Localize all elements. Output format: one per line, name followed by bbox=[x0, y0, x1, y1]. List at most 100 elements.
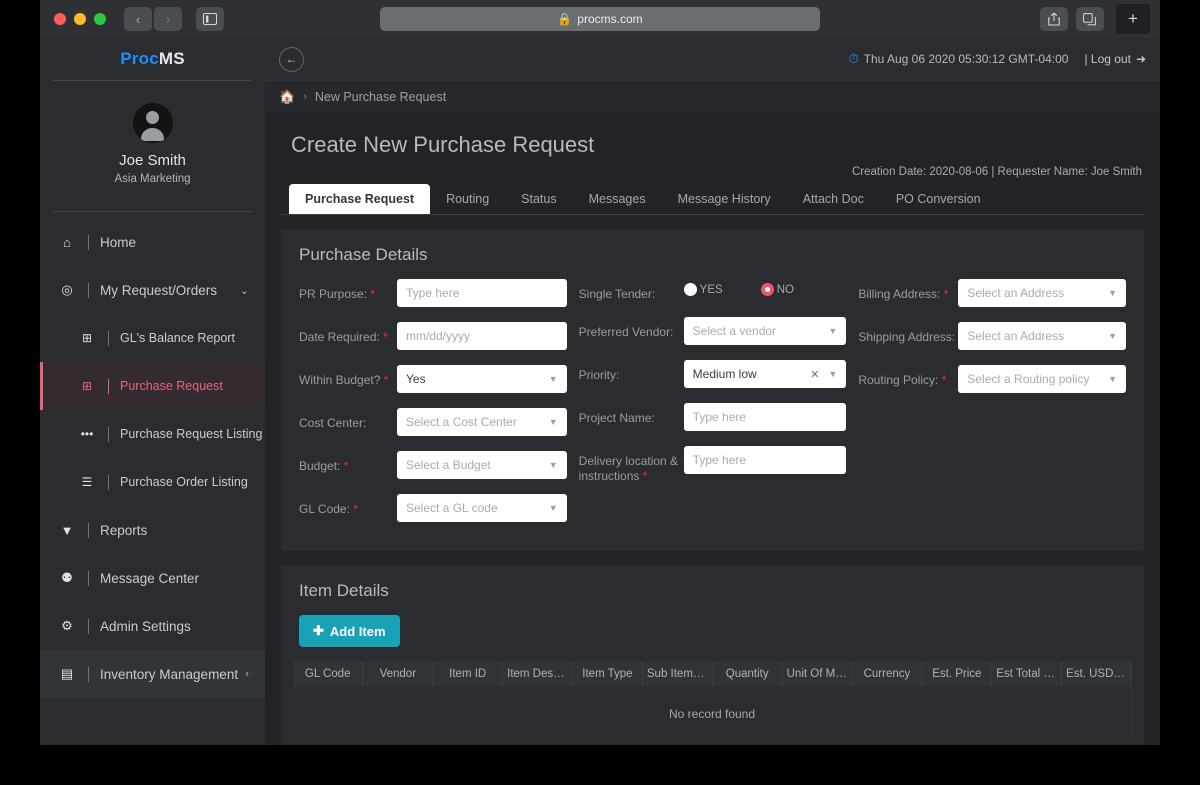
gl-code-label: GL Code: * bbox=[299, 502, 358, 516]
address-bar[interactable]: 🔒 procms.com bbox=[380, 7, 820, 31]
shipping-address-control: Select an Address ▼ bbox=[958, 322, 1127, 350]
sidebar-item-admin-settings[interactable]: ⚙ Admin Settings bbox=[40, 602, 265, 650]
sidebar-item-label: Reports bbox=[100, 522, 148, 538]
sidebar-item-purchase-request-listing[interactable]: ••• Purchase Request Listing bbox=[40, 410, 265, 458]
routing-policy-field[interactable]: Select a Routing policy ▼ bbox=[958, 365, 1127, 393]
billing-address-field[interactable]: Select an Address ▼ bbox=[958, 279, 1127, 307]
purchase-details-title: Purchase Details bbox=[299, 245, 428, 264]
within-budget-field[interactable]: Yes ▼ bbox=[397, 365, 567, 393]
tab-attach-doc[interactable]: Attach Doc bbox=[787, 184, 880, 214]
sidebar-item-purchase-order-listing[interactable]: ☰ Purchase Order Listing bbox=[40, 458, 265, 506]
divider bbox=[108, 426, 109, 442]
shipping-address-value: Select an Address bbox=[967, 329, 1065, 343]
sidebar-item-home[interactable]: ⌂ Home bbox=[40, 218, 265, 266]
chevron-down-icon[interactable]: ▼ bbox=[549, 460, 558, 470]
item-details-title: Item Details bbox=[299, 581, 389, 600]
chevron-down-icon[interactable]: ▼ bbox=[549, 374, 558, 384]
radio-yes[interactable]: YES bbox=[683, 283, 723, 296]
tab-purchase-request[interactable]: Purchase Request bbox=[289, 184, 431, 214]
priority-field[interactable]: Medium low ✕ ▼ bbox=[683, 360, 847, 388]
chevron-icon[interactable]: ⌄ bbox=[240, 284, 249, 297]
tab-routing[interactable]: Routing bbox=[430, 184, 505, 214]
share-icon[interactable] bbox=[1040, 7, 1068, 31]
sidebar-item-reports[interactable]: ▼ Reports bbox=[40, 506, 265, 554]
form-column-2: Single Tender: YES NO Preferred Vendor: Sele… bbox=[573, 279, 853, 537]
clear-icon[interactable]: ✕ bbox=[810, 368, 828, 381]
priority-value: Medium low bbox=[692, 367, 757, 381]
sidebar-item-purchase-request[interactable]: ⊞ Purchase Request bbox=[40, 362, 265, 410]
cost-center-field[interactable]: Select a Cost Center ▼ bbox=[397, 408, 567, 436]
back-button[interactable]: ← bbox=[279, 46, 304, 72]
tab-messages[interactable]: Messages bbox=[573, 184, 662, 214]
item-details-panel: Item Details ✚ Add Item GL Code Vendor Ite… bbox=[281, 565, 1144, 745]
tabs-icon[interactable] bbox=[1076, 7, 1104, 31]
new-tab-button[interactable]: + bbox=[1116, 4, 1150, 34]
sidebar-nav: ⌂ Home ◎ My Request/Orders ⌄ ⊞ GL's Balance Re… bbox=[40, 212, 265, 698]
chevron-down-icon[interactable]: ▼ bbox=[1108, 374, 1117, 384]
project-name-field[interactable]: Type here bbox=[683, 403, 847, 431]
radio-no[interactable]: NO bbox=[760, 283, 794, 296]
column-header: Vendor bbox=[362, 661, 434, 687]
chevron-down-icon[interactable]: ▼ bbox=[828, 369, 837, 379]
gl-code-control: Select a GL code ▼ bbox=[397, 494, 567, 522]
chevron-down-icon[interactable]: ▼ bbox=[549, 417, 558, 427]
chevron-down-icon[interactable]: ▼ bbox=[1108, 288, 1117, 298]
minimize-window-button[interactable] bbox=[74, 13, 86, 25]
filter-icon: ▼ bbox=[60, 522, 74, 538]
tab-message-history[interactable]: Message History bbox=[662, 184, 787, 214]
divider bbox=[88, 570, 89, 586]
required-marker: * bbox=[370, 287, 376, 301]
chevron-icon[interactable]: ‹ bbox=[245, 668, 249, 680]
preferred-vendor-field[interactable]: Select a vendor ▼ bbox=[683, 317, 847, 345]
sidebar-item-my-request-orders[interactable]: ◎ My Request/Orders ⌄ bbox=[40, 266, 265, 314]
project-name-value: Type here bbox=[692, 410, 747, 424]
pr-purpose-field[interactable]: Type here bbox=[397, 279, 567, 307]
maximize-window-button[interactable] bbox=[94, 13, 106, 25]
budget-label: Budget: * bbox=[299, 459, 349, 473]
budget-value: Select a Budget bbox=[406, 458, 491, 472]
sidebar-item-inventory-management[interactable]: ▤ Inventory Management ‹ bbox=[40, 650, 265, 698]
user-department: Asia Marketing bbox=[114, 173, 191, 185]
chevron-down-icon[interactable]: ▼ bbox=[828, 326, 837, 336]
add-item-button[interactable]: ✚ Add Item bbox=[299, 615, 400, 647]
divider bbox=[88, 618, 89, 634]
sidebar-item-gl-s-balance-report[interactable]: ⊞ GL's Balance Report bbox=[40, 314, 265, 362]
radio-label: YES bbox=[699, 283, 723, 296]
logout-button[interactable]: | Log out ➜ bbox=[1084, 52, 1146, 66]
sidebar-item-message-center[interactable]: ⚉ Message Center bbox=[40, 554, 265, 602]
plus-square-icon: ⊞ bbox=[81, 331, 93, 345]
priority-label: Priority: bbox=[578, 368, 620, 382]
datetime-display: ⏱ Thu Aug 06 2020 05:30:12 GMT-04:00 bbox=[848, 51, 1068, 67]
brand-logo[interactable]: Proc MS bbox=[40, 38, 265, 80]
tab-po-conversion[interactable]: PO Conversion bbox=[880, 184, 997, 214]
project-name-control: Type here bbox=[683, 403, 847, 431]
purchase-details-form: PR Purpose: * Type here Date Required: * mm… bbox=[293, 279, 1132, 537]
divider bbox=[108, 330, 109, 346]
form-row-single-tender: Single Tender: YES NO bbox=[579, 279, 847, 302]
chevron-down-icon[interactable]: ▼ bbox=[1108, 331, 1117, 341]
top-bar-right: ⏱ Thu Aug 06 2020 05:30:12 GMT-04:00 | Lo… bbox=[848, 51, 1146, 67]
close-window-button[interactable] bbox=[54, 13, 66, 25]
chevron-down-icon[interactable]: ▼ bbox=[549, 503, 558, 513]
shipping-address-field[interactable]: Select an Address ▼ bbox=[958, 322, 1127, 350]
form-row-within-budget: Within Budget? * Yes ▼ bbox=[299, 365, 567, 393]
window-traffic-lights bbox=[54, 13, 106, 25]
budget-field[interactable]: Select a Budget ▼ bbox=[397, 451, 567, 479]
gl-code-field[interactable]: Select a GL code ▼ bbox=[397, 494, 567, 522]
user-profile: Joe Smith Asia Marketing bbox=[40, 81, 265, 211]
form-column-3: Billing Address: * Select an Address ▼ Ship… bbox=[852, 279, 1132, 537]
delivery-location-instructions-label: Delivery location & instructions * bbox=[578, 454, 679, 483]
tab-status[interactable]: Status bbox=[505, 184, 572, 214]
sidebar-icon[interactable] bbox=[196, 7, 224, 31]
home-icon[interactable]: 🏠 bbox=[279, 89, 295, 105]
forward-icon[interactable]: › bbox=[154, 7, 182, 31]
within-budget-control: Yes ▼ bbox=[397, 365, 567, 393]
delivery-location-instructions-field[interactable]: Type here bbox=[683, 446, 847, 474]
back-icon[interactable]: ‹ bbox=[124, 7, 152, 31]
required-marker: * bbox=[642, 469, 648, 483]
cost-center-label: Cost Center: bbox=[299, 416, 367, 430]
column-header: Est. USD To bbox=[1061, 661, 1132, 687]
date-required-field[interactable]: mm/dd/yyyy bbox=[397, 322, 567, 350]
divider bbox=[88, 666, 89, 682]
avatar[interactable] bbox=[132, 103, 173, 143]
